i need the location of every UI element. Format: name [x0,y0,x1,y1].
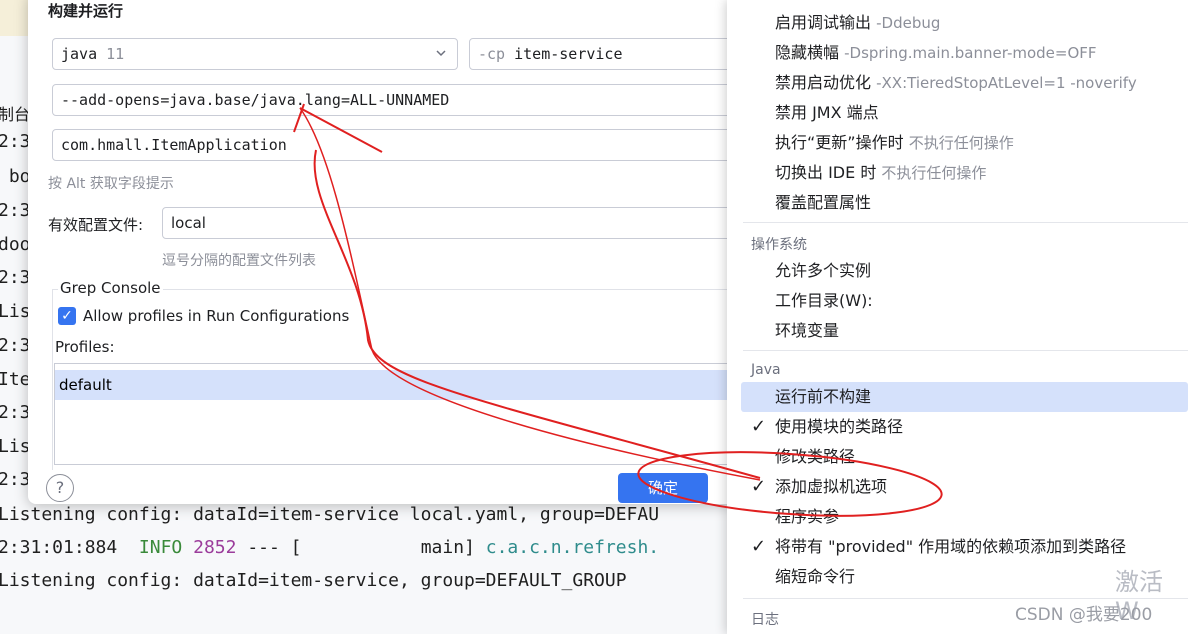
modify-options-popup: 启用调试输出 -Ddebug 隐藏横幅 -Dspring.main.banner… [727,0,1188,634]
menu-item-hide-banner[interactable]: 隐藏横幅 -Dspring.main.banner-mode=OFF [775,38,1097,68]
main-class-field[interactable]: com.hmall.ItemApplication [52,129,740,161]
menu-item-use-module-classpath[interactable]: 使用模块的类路径 [775,412,903,442]
menu-item-label: 切换出 IDE 时 [775,163,877,182]
jdk-select[interactable]: java 11 [52,38,458,70]
checkmark-icon: ✓ [61,308,73,324]
checkmark-icon: ✓ [751,476,767,497]
log-class: c.a.c.n.refresh. [485,537,660,558]
section-logs: 日志 [751,612,779,628]
separator [743,350,1188,351]
console-line: 2:3 [0,335,31,356]
csdn-credit: CSDN @我要200 [1015,605,1153,625]
console-line: bo [0,166,31,187]
console-line: 2:3 [0,267,31,288]
log-thread: main] [420,537,475,558]
console-line: Listening config: dataId=item-service, g… [0,570,627,591]
ok-button[interactable]: 确定 [618,473,708,503]
section-title: 构建并运行 [48,2,124,20]
jdk-keyword: java [61,45,98,63]
menu-item-do-not-build[interactable]: 运行前不构建 [775,382,871,412]
allow-profiles-checkbox[interactable]: ✓ [58,307,76,325]
menu-item-env-variables[interactable]: 环境变量 [775,316,839,346]
active-profiles-label: 有效配置文件: [48,216,144,234]
profiles-list-label: Profiles: [55,338,115,356]
menu-item-hint: -XX:TieredStopAtLevel=1 -noverify [876,74,1137,92]
console-line: 2:3 [0,131,31,152]
menu-item-debug-output[interactable]: 启用调试输出 -Ddebug [775,8,940,38]
console-log-line: 2:31:01:884 INFO 2852 --- [ main] c.a.c.… [0,537,659,558]
console-line: 2:3 [0,402,31,423]
allow-profiles-label[interactable]: Allow profiles in Run Configurations [83,307,349,325]
console-line: Ite [0,369,31,390]
console-line: Lis [0,436,31,457]
cp-flag: -cp [478,45,506,63]
menu-item-label: 禁用启动优化 [775,73,872,92]
menu-item-shorten-command-line[interactable]: 缩短命令行 [775,562,855,592]
menu-item-disable-launch-optimization[interactable]: 禁用启动优化 -XX:TieredStopAtLevel=1 -noverify [775,68,1137,98]
log-separator: --- [ [247,537,302,558]
help-icon[interactable]: ? [46,474,74,502]
list-item[interactable]: default [55,370,740,400]
menu-item-disable-jmx[interactable]: 禁用 JMX 端点 [775,98,879,128]
section-operating-system: 操作系统 [751,237,807,253]
alt-hint: 按 Alt 获取字段提示 [48,176,174,192]
vm-options-field[interactable]: --add-opens=java.base/java.lang=ALL-UNNA… [52,84,740,116]
menu-item-label: 覆盖配置属性 [775,193,872,212]
console-line: Lis [0,301,31,322]
checkmark-icon: ✓ [751,536,767,557]
profiles-list[interactable]: default [54,363,740,465]
cp-module: item-service [514,45,623,63]
menu-item-hint: 不执行任何操作 [908,134,1014,152]
active-profiles-field[interactable]: local [162,207,740,239]
console-tab-label[interactable]: 制台 [0,101,30,125]
menu-item-program-arguments[interactable]: 程序实参 [775,502,839,532]
grep-console-title: Grep Console [58,279,163,297]
checkmark-icon: ✓ [751,416,767,437]
menu-item-label: 隐藏横幅 [775,43,840,62]
menu-item-label: 执行“更新”操作时 [775,133,904,152]
menu-item-working-directory[interactable]: 工作目录(W): [775,286,873,316]
menu-item-hint: 不执行任何操作 [881,164,987,182]
menu-item-on-frame-deactivation[interactable]: 切换出 IDE 时 不执行任何操作 [775,158,986,188]
separator [743,222,1188,223]
menu-item-on-update[interactable]: 执行“更新”操作时 不执行任何操作 [775,128,1014,158]
menu-item-hint: -Dspring.main.banner-mode=OFF [844,44,1097,62]
profiles-hint: 逗号分隔的配置文件列表 [162,253,316,269]
log-level: INFO [138,537,183,558]
menu-item-modify-classpath[interactable]: 修改类路径 [775,442,855,472]
menu-item-allow-multiple[interactable]: 允许多个实例 [775,256,871,286]
menu-item-hint: -Ddebug [876,14,941,32]
console-line: doo [0,234,31,255]
menu-item-override-properties[interactable]: 覆盖配置属性 [775,188,871,218]
jdk-version: 11 [106,45,125,63]
menu-item-add-provided-deps[interactable]: 将带有 "provided" 作用域的依赖项添加到类路径 [775,532,1126,562]
menu-item-add-vm-options[interactable]: 添加虚拟机选项 [775,472,887,502]
console-tab-strip [0,0,30,36]
classpath-module-select[interactable]: -cp item-service [469,38,740,70]
chevron-down-icon [435,39,447,69]
log-pid: 2852 [193,537,237,558]
section-java: Java [751,362,781,378]
menu-item-label: 启用调试输出 [775,13,872,32]
log-time: 2:31:01:884 [0,537,118,558]
menu-item-label: 禁用 JMX 端点 [775,103,879,122]
console-line: 2:3 [0,200,31,221]
console-line: Listening config: dataId=item-service lo… [0,504,660,525]
run-configuration-dialog: 构建并运行 java 11 -cp item-service --add-ope… [28,0,740,504]
console-line: 2:3 [0,469,31,490]
